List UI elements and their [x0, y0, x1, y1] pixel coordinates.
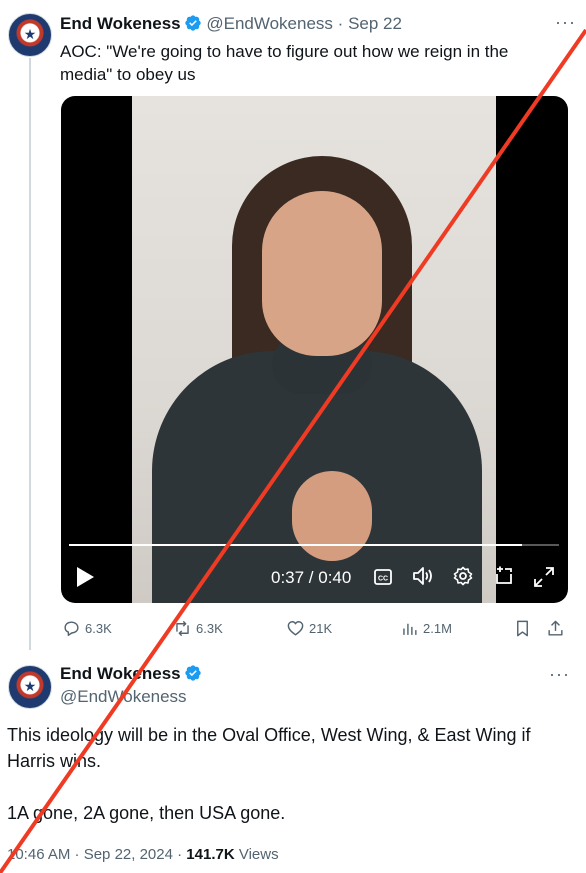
play-icon[interactable]	[75, 566, 95, 588]
share-button[interactable]	[546, 619, 565, 638]
handle[interactable]: @EndWokeness	[206, 14, 333, 33]
repost-icon	[176, 620, 189, 637]
avatar[interactable]: ★	[8, 13, 52, 57]
avatar-emblem-icon: ★	[23, 26, 37, 42]
like-count: 21K	[309, 621, 333, 636]
volume-icon[interactable]	[412, 566, 434, 586]
tweet-date[interactable]: Sep 22	[348, 14, 402, 33]
video-progress-bar[interactable]	[69, 544, 559, 546]
views-button[interactable]: 2.1M	[400, 619, 452, 638]
tweet-metadata: 10:46 AM · Sep 22, 2024 · 141.7K Views	[7, 846, 279, 863]
video-frame	[132, 96, 496, 603]
heart-icon	[287, 621, 304, 636]
tweet-header: End Wokeness	[60, 664, 202, 684]
video-subject-face	[262, 191, 382, 356]
avatar[interactable]: ★	[8, 665, 52, 709]
verified-badge-icon	[184, 665, 201, 681]
bookmark-icon	[517, 620, 528, 637]
tweet-text-line: This ideology will be in the Oval Office…	[7, 725, 531, 771]
avatar-emblem-icon: ★	[23, 678, 37, 694]
bookmark-button[interactable]	[513, 619, 532, 638]
display-name[interactable]: End Wokeness	[60, 664, 181, 683]
video-time: 0:37 / 0:40	[271, 568, 352, 587]
like-button[interactable]: 21K	[286, 619, 332, 638]
tweet-timestamp[interactable]: 10:46 AM · Sep 22, 2024 ·	[7, 846, 186, 863]
reply-count: 6.3K	[85, 621, 112, 636]
pip-icon[interactable]	[494, 566, 514, 586]
reply-icon	[64, 621, 79, 636]
settings-icon[interactable]	[453, 566, 473, 586]
separator: ·	[337, 14, 344, 33]
handle[interactable]: @EndWokeness	[60, 687, 187, 707]
views-count: 2.1M	[423, 621, 452, 636]
video-progress-fill	[69, 544, 523, 546]
verified-badge-icon	[184, 15, 201, 31]
tweet-text-line: 1A gone, 2A gone, then USA gone.	[7, 803, 286, 823]
repost-button[interactable]: 6.3K	[173, 619, 223, 638]
svg-text:CC: CC	[378, 576, 388, 583]
views-chart-icon	[403, 623, 417, 635]
fullscreen-icon[interactable]	[533, 566, 555, 588]
tweet-views-label: Views	[234, 846, 279, 863]
more-options-icon[interactable]: ···	[549, 664, 570, 685]
more-options-icon[interactable]: ···	[555, 12, 576, 33]
tweet-text: AOC: "We're going to have to figure out …	[60, 42, 509, 84]
video-subject-hand	[292, 471, 372, 561]
captions-icon[interactable]: CC	[374, 569, 392, 585]
tweet-view-count: 141.7K	[186, 846, 235, 863]
reply-button[interactable]: 6.3K	[62, 619, 112, 638]
thread-connector-line	[29, 58, 31, 650]
display-name[interactable]: End Wokeness	[60, 14, 181, 33]
tweet-header: End Wokeness @EndWokeness · Sep 22	[60, 14, 402, 34]
video-player[interactable]: 0:37 / 0:40 CC	[61, 96, 568, 603]
share-icon	[548, 620, 563, 636]
repost-count: 6.3K	[196, 621, 223, 636]
tweet-body: This ideology will be in the Oval Office…	[7, 722, 582, 826]
